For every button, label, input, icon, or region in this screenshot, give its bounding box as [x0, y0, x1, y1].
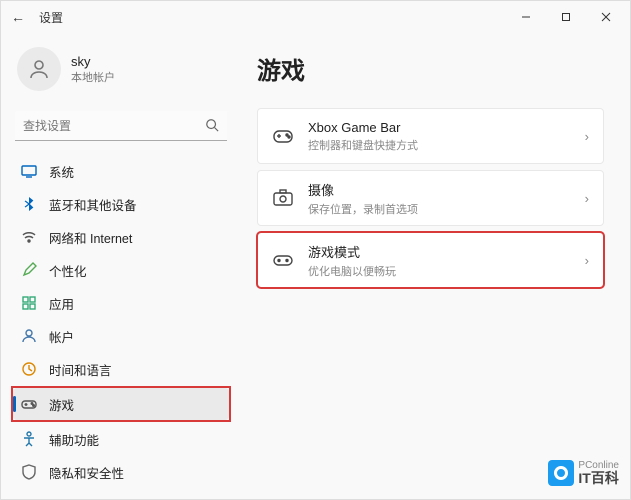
card-subtitle: 保存位置，录制首选项	[308, 201, 585, 217]
system-icon	[21, 163, 37, 179]
card-subtitle: 优化电脑以便畅玩	[308, 263, 585, 279]
card-text: Xbox Game Bar 控制器和键盘快捷方式	[308, 120, 585, 153]
shield-icon	[21, 464, 37, 480]
sidebar-item-label: 游戏	[49, 395, 74, 414]
search-box	[15, 111, 227, 141]
sidebar-item-label: 蓝牙和其他设备	[49, 195, 137, 214]
bluetooth-icon	[21, 196, 37, 212]
sidebar-item-system[interactable]: 系统	[13, 155, 229, 187]
avatar	[17, 47, 61, 91]
card-subtitle: 控制器和键盘快捷方式	[308, 137, 585, 153]
chevron-right-icon: ›	[585, 129, 589, 144]
search-icon	[205, 118, 219, 137]
titlebar-left: ← 设置	[11, 9, 63, 26]
user-name: sky	[71, 54, 115, 69]
page-title: 游戏	[257, 51, 604, 86]
sidebar-item-personalization[interactable]: 个性化	[13, 254, 229, 286]
back-button[interactable]: ←	[11, 9, 25, 25]
sidebar-item-apps[interactable]: 应用	[13, 287, 229, 319]
sidebar-item-accessibility[interactable]: 辅助功能	[13, 423, 229, 455]
watermark-logo	[548, 460, 574, 486]
user-text: sky 本地帐户	[71, 54, 115, 85]
user-block[interactable]: sky 本地帐户	[13, 41, 229, 105]
card-title: 游戏模式	[308, 242, 585, 261]
brush-icon	[21, 262, 37, 278]
sidebar-item-label: 个性化	[49, 261, 87, 280]
highlight-gaming: 游戏	[11, 386, 231, 422]
sidebar-item-bluetooth[interactable]: 蓝牙和其他设备	[13, 188, 229, 220]
watermark-large: IT百科	[578, 471, 619, 485]
sidebar-item-label: 帐户	[49, 327, 74, 346]
card-title: 摄像	[308, 180, 585, 199]
sidebar-item-privacy[interactable]: 隐私和安全性	[13, 456, 229, 488]
sidebar-item-network[interactable]: 网络和 Internet	[13, 221, 229, 253]
close-button[interactable]	[586, 1, 626, 33]
card-xbox-game-bar[interactable]: Xbox Game Bar 控制器和键盘快捷方式 ›	[257, 108, 604, 164]
update-icon	[21, 497, 37, 499]
sidebar-item-accounts[interactable]: 帐户	[13, 320, 229, 352]
sidebar-item-time-language[interactable]: 时间和语言	[13, 353, 229, 385]
game-mode-icon	[272, 249, 294, 271]
maximize-button[interactable]	[546, 1, 586, 33]
sidebar: sky 本地帐户 系统 蓝牙和其他设备	[1, 33, 241, 499]
card-text: 游戏模式 优化电脑以便畅玩	[308, 242, 585, 279]
camera-icon	[272, 187, 294, 209]
sidebar-item-label: 时间和语言	[49, 360, 112, 379]
watermark: PConline IT百科	[548, 460, 619, 486]
sidebar-item-label: 辅助功能	[49, 430, 99, 449]
clock-icon	[21, 361, 37, 377]
user-subtitle: 本地帐户	[71, 69, 115, 85]
gamepad-icon	[21, 396, 37, 412]
apps-icon	[21, 295, 37, 311]
body: sky 本地帐户 系统 蓝牙和其他设备	[1, 33, 630, 499]
main-content: 游戏 Xbox Game Bar 控制器和键盘快捷方式 › 摄像 保存位置，录制…	[241, 33, 630, 499]
person-icon	[21, 328, 37, 344]
settings-window: ← 设置 sky	[0, 0, 631, 500]
accessibility-icon	[21, 431, 37, 447]
titlebar: ← 设置	[1, 1, 630, 33]
card-title: Xbox Game Bar	[308, 120, 585, 135]
wifi-icon	[21, 229, 37, 245]
chevron-right-icon: ›	[585, 253, 589, 268]
card-game-mode[interactable]: 游戏模式 优化电脑以便畅玩 ›	[257, 232, 604, 288]
search-input[interactable]	[15, 111, 227, 141]
window-title: 设置	[39, 9, 63, 26]
card-captures[interactable]: 摄像 保存位置，录制首选项 ›	[257, 170, 604, 226]
nav-list: 系统 蓝牙和其他设备 网络和 Internet 个性化 应用	[13, 155, 229, 499]
xbox-icon	[272, 125, 294, 147]
window-controls	[506, 1, 626, 33]
sidebar-item-label: Windows 更新	[49, 496, 128, 500]
sidebar-item-gaming[interactable]: 游戏	[13, 388, 229, 420]
sidebar-item-windows-update[interactable]: Windows 更新	[13, 489, 229, 499]
sidebar-item-label: 系统	[49, 162, 74, 181]
sidebar-item-label: 网络和 Internet	[49, 228, 132, 247]
watermark-text: PConline IT百科	[578, 461, 619, 485]
chevron-right-icon: ›	[585, 191, 589, 206]
card-text: 摄像 保存位置，录制首选项	[308, 180, 585, 217]
minimize-button[interactable]	[506, 1, 546, 33]
sidebar-item-label: 应用	[49, 294, 74, 313]
sidebar-item-label: 隐私和安全性	[49, 463, 124, 482]
